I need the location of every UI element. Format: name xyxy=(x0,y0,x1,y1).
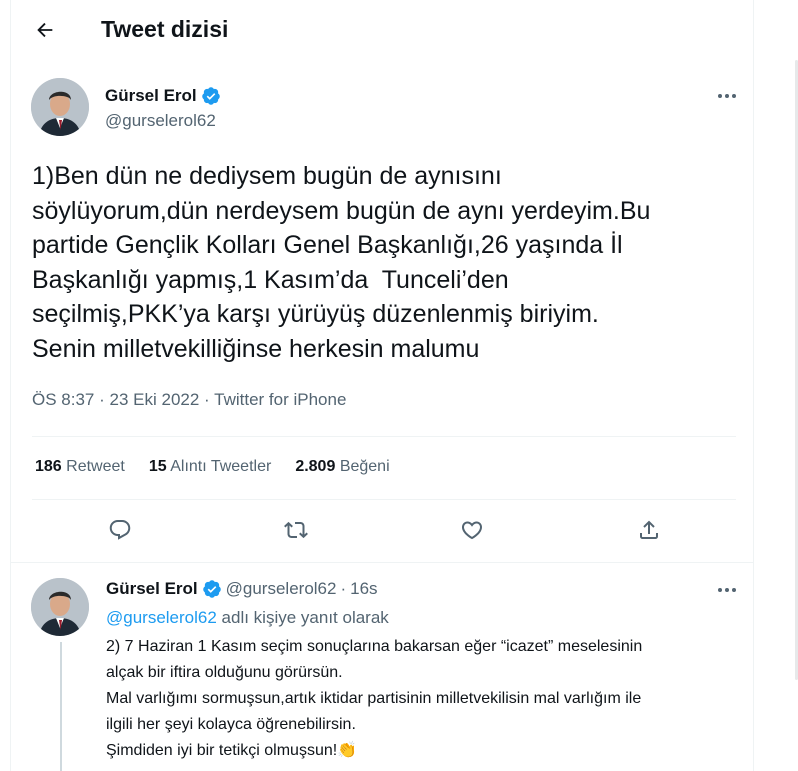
right-sidebar-edge xyxy=(781,0,798,771)
reply-author-row: Gürsel Erol @gurselerol62 · 16s xyxy=(106,579,378,599)
retweet-icon xyxy=(284,521,308,539)
timeline-column: Tweet dizisi Gürsel Erol @gurselerol62 1… xyxy=(10,0,754,771)
retweet-stat[interactable]: 186 Retweet xyxy=(35,458,125,476)
back-button[interactable] xyxy=(29,14,61,46)
tweet-stats: 186 Retweet 15 Alıntı Tweetler 2.809 Beğ… xyxy=(35,458,390,476)
reply-button[interactable] xyxy=(102,512,138,548)
meta-separator: · xyxy=(204,390,210,409)
retweet-button[interactable] xyxy=(278,512,314,548)
retweet-count: 186 xyxy=(35,458,62,475)
divider xyxy=(32,436,736,437)
reply-text: 2) 7 Haziran 1 Kasım seçim sonuçlarına b… xyxy=(106,638,643,759)
meta-separator: · xyxy=(99,390,105,409)
reply-more-options-button[interactable] xyxy=(712,580,742,600)
avatar[interactable] xyxy=(31,78,89,136)
replying-to: @gurselerol62 adlı kişiye yanıt olarak xyxy=(106,608,389,628)
tweet-actions xyxy=(11,512,753,548)
like-stat[interactable]: 2.809 Beğeni xyxy=(295,458,389,476)
replying-to-suffix: adlı kişiye yanıt olarak xyxy=(216,608,389,627)
like-icon xyxy=(461,521,483,540)
reply-avatar[interactable] xyxy=(31,578,89,636)
replying-to-link[interactable]: @gurselerol62 xyxy=(106,608,217,627)
reply-time[interactable]: 16s xyxy=(350,579,377,599)
more-options-icon xyxy=(718,94,736,98)
reply-author-handle[interactable]: @gurselerol62 xyxy=(226,579,337,599)
tweet-date[interactable]: 23 Eki 2022 xyxy=(110,390,200,409)
author-name[interactable]: Gürsel Erol xyxy=(105,86,197,106)
author-row: Gürsel Erol xyxy=(105,86,221,106)
retweet-label: Retweet xyxy=(66,458,125,475)
tweet-time[interactable]: ÖS 8:37 xyxy=(32,390,94,409)
verified-badge-icon xyxy=(201,87,220,105)
avatar-image xyxy=(31,78,89,136)
share-button[interactable] xyxy=(631,512,667,548)
divider xyxy=(32,499,736,500)
back-arrow-icon xyxy=(37,22,53,38)
avatar-image xyxy=(31,578,89,636)
page-title: Tweet dizisi xyxy=(101,16,229,42)
like-count: 2.809 xyxy=(295,458,336,475)
share-icon xyxy=(640,520,658,539)
tweet-meta: ÖS 8:37 · 23 Eki 2022 · Twitter for iPho… xyxy=(32,390,346,410)
reply-icon xyxy=(109,520,131,540)
page-header: Tweet dizisi xyxy=(11,0,753,60)
like-label: Beğeni xyxy=(339,458,390,475)
verified-badge-icon xyxy=(202,580,221,598)
more-options-icon xyxy=(718,588,736,592)
thread-connector xyxy=(60,642,62,771)
tweet-text: 1)Ben dün ne dediysem bugün de aynısını … xyxy=(32,162,651,363)
like-button[interactable] xyxy=(454,512,490,548)
quote-label: Alıntı Tweetler xyxy=(170,458,272,475)
quote-stat[interactable]: 15 Alıntı Tweetler xyxy=(149,458,271,476)
tweet-separator xyxy=(11,562,753,563)
tweet-source[interactable]: Twitter for iPhone xyxy=(214,390,346,409)
reply-author-name[interactable]: Gürsel Erol xyxy=(106,579,198,599)
quote-count: 15 xyxy=(148,458,167,475)
meta-separator: · xyxy=(340,579,347,598)
more-options-button[interactable] xyxy=(712,86,742,106)
author-handle[interactable]: @gurselerol62 xyxy=(105,111,216,131)
